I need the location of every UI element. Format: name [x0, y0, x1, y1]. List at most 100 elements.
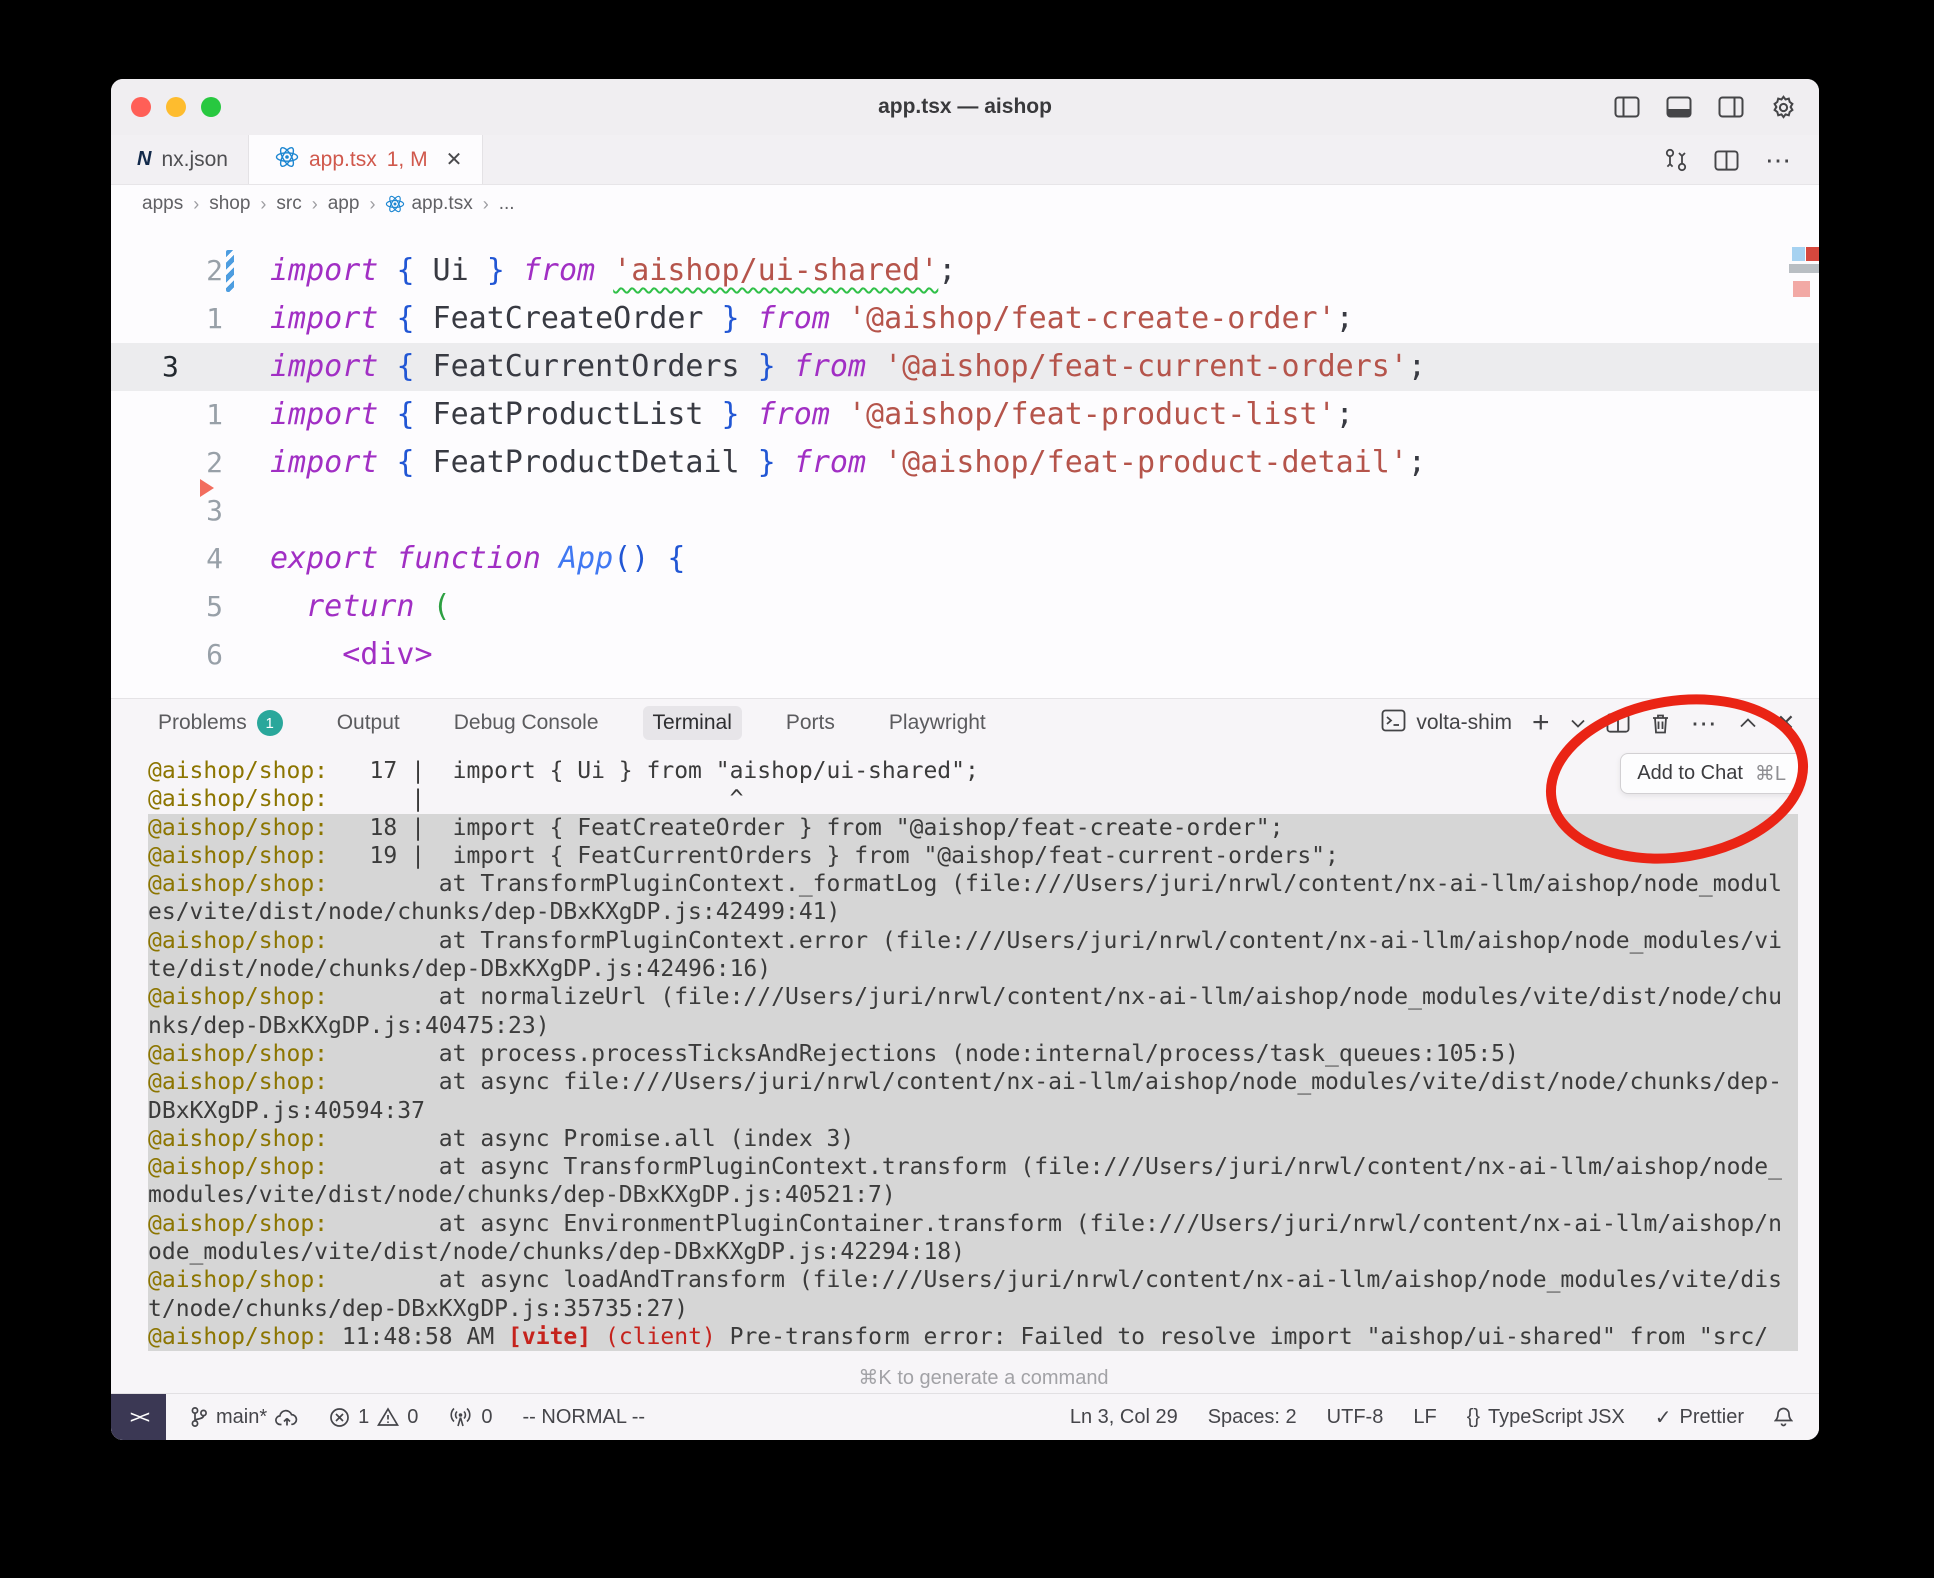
breadcrumb-separator: ›: [369, 194, 375, 215]
code-text: import { FeatProductList } from '@aishop…: [270, 391, 1354, 439]
statusbar-label: Spaces: 2: [1208, 1406, 1297, 1429]
breadcrumb-separator: ›: [193, 194, 199, 215]
settings-gear-icon[interactable]: [1770, 94, 1797, 121]
line-number: 6: [111, 631, 223, 679]
statusbar-label: main*: [216, 1406, 267, 1429]
statusbar-label: 0: [407, 1406, 418, 1429]
code-line[interactable]: 4export function App() {: [111, 535, 1819, 583]
terminal-line: DBxKXgDP.js:40594:37: [148, 1097, 1798, 1125]
vscode-window: app.tsx — aishop N nx.json app.t: [111, 79, 1819, 1440]
line-number: 1: [111, 295, 223, 343]
statusbar-item--normal-[interactable]: -- NORMAL --: [523, 1406, 646, 1429]
panel-tab-problems[interactable]: Problems1: [148, 705, 293, 741]
close-panel-icon[interactable]: ✕: [1777, 710, 1795, 736]
statusbar-item-icon[interactable]: [1774, 1406, 1793, 1428]
split-editor-icon[interactable]: [1714, 149, 1739, 172]
tooltip-shortcut: ⌘L: [1755, 761, 1786, 786]
chevron-down-icon[interactable]: [1570, 718, 1586, 729]
code-line[interactable]: 6 <div>: [111, 631, 1819, 679]
panel-tab-label: Problems: [158, 711, 247, 735]
panel-tab-output[interactable]: Output: [327, 706, 410, 740]
panel-tab-label: Ports: [786, 711, 835, 735]
toggle-panel-icon[interactable]: [1666, 95, 1692, 119]
panel-tab-debug-console[interactable]: Debug Console: [444, 706, 609, 740]
statusbar-label: Ln 3, Col 29: [1070, 1406, 1178, 1429]
remote-indicator[interactable]: ><: [111, 1394, 166, 1440]
statusbar-item-ln-3-col-29[interactable]: Ln 3, Col 29: [1070, 1406, 1178, 1429]
panel-tab-label: Terminal: [653, 711, 732, 735]
line-number: 5: [111, 583, 223, 631]
terminal-line: @aishop/shop: at process.processTicksAnd…: [148, 1040, 1798, 1068]
panel-tab-terminal[interactable]: Terminal: [643, 706, 742, 740]
terminal-line: t/node/chunks/dep-DBxKXgDP.js:35735:27): [148, 1295, 1798, 1323]
line-number: 2: [111, 247, 223, 295]
breadcrumb-separator: ›: [312, 194, 318, 215]
breadcrumb-item-src[interactable]: src: [276, 193, 301, 215]
ruler-mark-pink: [1793, 281, 1810, 297]
panel-tab-playwright[interactable]: Playwright: [879, 706, 996, 740]
tab-nx-json[interactable]: N nx.json: [111, 135, 249, 184]
panel-tab-ports[interactable]: Ports: [776, 706, 845, 740]
statusbar-item-spaces-2[interactable]: Spaces: 2: [1208, 1406, 1297, 1429]
terminal-line: @aishop/shop: at async Promise.all (inde…: [148, 1125, 1798, 1153]
terminal-output[interactable]: @aishop/shop: 17 | import { Ui } from "a…: [111, 747, 1819, 1393]
close-tab-icon[interactable]: ✕: [446, 147, 463, 172]
split-terminal-icon[interactable]: [1606, 712, 1630, 734]
statusbar-label: -- NORMAL --: [523, 1406, 646, 1429]
error-circle-icon: [329, 1407, 350, 1428]
nx-logo-icon: N: [137, 148, 151, 171]
breadcrumb-item-shop[interactable]: shop: [209, 193, 250, 215]
code-line[interactable]: 3import { FeatCurrentOrders } from '@ais…: [111, 343, 1819, 391]
tab-app-tsx[interactable]: app.tsx 1, M ✕: [249, 135, 483, 184]
statusbar-prefix-glyph: {}: [1467, 1406, 1480, 1429]
git-deleted-marker: [200, 479, 214, 497]
terminal-line: te/dist/node/chunks/dep-DBxKXgDP.js:4249…: [148, 955, 1798, 983]
kill-terminal-trash-icon[interactable]: [1650, 712, 1671, 735]
statusbar-item-lf[interactable]: LF: [1413, 1406, 1436, 1429]
terminal-line: @aishop/shop: at TransformPluginContext.…: [148, 927, 1798, 955]
panel-tab-label: Output: [337, 711, 400, 735]
statusbar-item-0[interactable]: 0: [448, 1406, 492, 1429]
breadcrumb-item-app[interactable]: app: [328, 193, 360, 215]
statusbar-item-1[interactable]: 10: [329, 1406, 418, 1429]
breadcrumb-separator: ›: [260, 194, 266, 215]
terminal-instance[interactable]: volta-shim: [1381, 709, 1512, 738]
panel-more-actions-icon[interactable]: ⋯: [1691, 708, 1719, 739]
code-line[interactable]: 3: [111, 487, 1819, 535]
terminal-line: @aishop/shop: 11:48:58 AM [vite] (client…: [148, 1323, 1798, 1351]
statusbar-item-utf-8[interactable]: UTF-8: [1327, 1406, 1384, 1429]
react-logo-icon: [385, 195, 405, 213]
statusbar-label: 0: [481, 1406, 492, 1429]
toggle-primary-sidebar-icon[interactable]: [1614, 95, 1640, 119]
toggle-secondary-sidebar-icon[interactable]: [1718, 95, 1744, 119]
line-number: 3: [162, 343, 179, 391]
code-line[interactable]: 1import { FeatProductList } from '@aisho…: [111, 391, 1819, 439]
code-line[interactable]: 2import { FeatProductDetail } from '@ais…: [111, 439, 1819, 487]
new-terminal-icon[interactable]: +: [1532, 706, 1550, 740]
broadcast-icon: [448, 1407, 473, 1427]
statusbar-item-main-[interactable]: main*: [190, 1406, 299, 1429]
git-modified-marker: [226, 250, 234, 292]
terminal-line: @aishop/shop: at async EnvironmentPlugin…: [148, 1210, 1798, 1238]
more-actions-icon[interactable]: ⋯: [1765, 145, 1793, 176]
statusbar-label: UTF-8: [1327, 1406, 1384, 1429]
statusbar-item-prettier[interactable]: ✓Prettier: [1655, 1405, 1744, 1430]
terminal-line: @aishop/shop: at async loadAndTransform …: [148, 1266, 1798, 1294]
code-editor[interactable]: 2import { Ui } from 'aishop/ui-shared';1…: [111, 223, 1819, 698]
ruler-scrollbar[interactable]: [1789, 264, 1819, 273]
statusbar-item-typescript-jsx[interactable]: {}TypeScript JSX: [1467, 1406, 1625, 1429]
code-line[interactable]: 1import { FeatCreateOrder } from '@aisho…: [111, 295, 1819, 343]
open-changes-icon[interactable]: [1664, 147, 1688, 173]
code-line[interactable]: 2import { Ui } from 'aishop/ui-shared';: [111, 247, 1819, 295]
titlebar: app.tsx — aishop: [111, 79, 1819, 135]
code-line[interactable]: 5 return (: [111, 583, 1819, 631]
breadcrumb-item-apps[interactable]: apps: [142, 193, 183, 215]
code-text: return (: [270, 583, 451, 631]
terminal-line: @aishop/shop: 18 | import { FeatCreateOr…: [148, 814, 1798, 842]
breadcrumb-item-[interactable]: ...: [499, 193, 515, 215]
add-to-chat-tooltip[interactable]: Add to Chat ⌘L: [1620, 753, 1803, 794]
cloud-upload-icon: [275, 1408, 299, 1427]
terminal-line: ode_modules/vite/dist/node/chunks/dep-DB…: [148, 1238, 1798, 1266]
breadcrumb-item-apptsx[interactable]: app.tsx: [385, 193, 472, 215]
maximize-panel-chevron-up-icon[interactable]: [1739, 717, 1757, 729]
